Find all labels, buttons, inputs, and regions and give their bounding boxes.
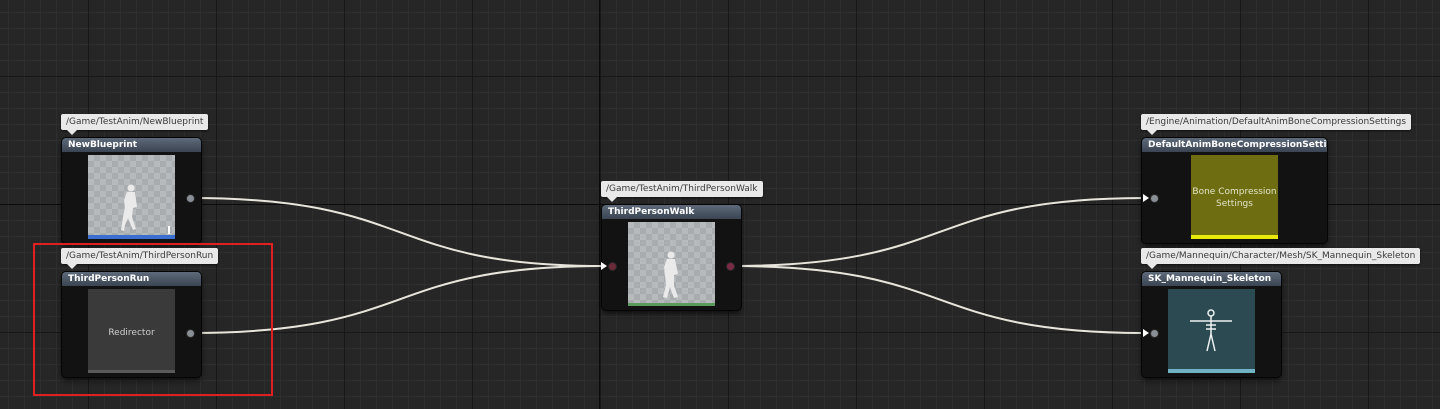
node-path-label: /Engine/Animation/DefaultAnimBoneCompres…: [1141, 114, 1412, 135]
node-title: DefaultAnimBoneCompressionSettings: [1142, 138, 1327, 152]
asset-thumbnail: Redirector: [88, 289, 175, 373]
wire-thirdpersonwalk-to-skeleton: [730, 265, 1147, 334]
asset-node-thirdpersonwalk[interactable]: ThirdPersonWalk: [601, 205, 741, 310]
node-path-label: /Game/TestAnim/ThirdPersonWalk: [601, 181, 763, 202]
node-title: ThirdPersonRun: [62, 272, 201, 286]
asset-node-newblueprint[interactable]: NewBlueprint: [62, 138, 201, 243]
output-pin[interactable]: [727, 263, 734, 270]
asset-node-sk-mannequin-skeleton[interactable]: SK_Mannequin_Skeleton: [1142, 272, 1281, 377]
thumbnail-label: Bone Compression Settings: [1192, 187, 1277, 209]
asset-type-bar: [1191, 235, 1278, 239]
input-pin[interactable]: [1143, 329, 1158, 337]
output-pin[interactable]: [187, 330, 194, 337]
mannequin-running-icon: [121, 184, 170, 234]
node-path-label: /Game/Mannequin/Character/Mesh/SK_Manneq…: [1141, 248, 1421, 269]
thumbnail-label: Redirector: [108, 328, 155, 338]
node-title: SK_Mannequin_Skeleton: [1142, 272, 1281, 286]
node-path-label: /Game/TestAnim/NewBlueprint: [61, 114, 209, 135]
node-path-label: /Game/TestAnim/ThirdPersonRun: [61, 248, 219, 269]
asset-node-defaultanimbonecompressionsettings[interactable]: DefaultAnimBoneCompressionSettings Bone …: [1142, 138, 1327, 243]
input-pin[interactable]: [1143, 194, 1158, 202]
wire-thirdpersonwalk-to-compression: [730, 197, 1147, 267]
node-title: ThirdPersonWalk: [602, 205, 741, 219]
asset-thumbnail: Bone Compression Settings: [1191, 155, 1278, 239]
mannequin-walking-icon: [663, 251, 678, 298]
asset-type-bar: [88, 370, 175, 373]
asset-thumbnail: [1168, 289, 1255, 373]
asset-node-thirdpersonrun[interactable]: ThirdPersonRun Redirector: [62, 272, 201, 377]
skeleton-icon: [1190, 309, 1232, 352]
input-pin[interactable]: [601, 262, 616, 270]
asset-type-bar: [1168, 369, 1255, 373]
node-title: NewBlueprint: [62, 138, 201, 152]
asset-type-bar: [88, 235, 175, 239]
output-pin[interactable]: [187, 195, 194, 202]
asset-thumbnail: [88, 155, 175, 239]
asset-type-bar: [628, 303, 715, 306]
asset-thumbnail: [628, 222, 715, 306]
